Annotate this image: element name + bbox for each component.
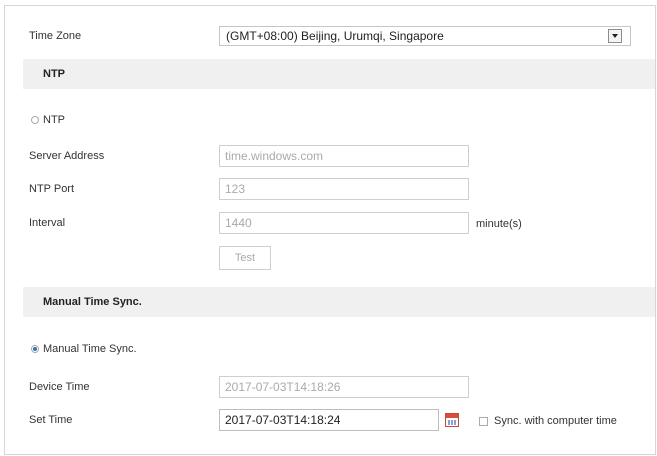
interval-label: Interval: [29, 217, 66, 229]
ntp-section-header: NTP: [23, 59, 655, 89]
set-time-label: Set Time: [29, 414, 73, 426]
manual-sync-section-header: Manual Time Sync.: [23, 287, 655, 317]
manual-sync-radio[interactable]: [31, 345, 39, 353]
ntp-radio-label: NTP: [43, 114, 65, 126]
time-zone-label: Time Zone: [29, 30, 82, 42]
time-zone-value: (GMT+08:00) Beijing, Urumqi, Singapore: [226, 29, 444, 43]
time-zone-select[interactable]: (GMT+08:00) Beijing, Urumqi, Singapore: [219, 26, 631, 46]
set-time-input[interactable]: 2017-07-03T14:18:24: [219, 409, 439, 431]
device-time-label: Device Time: [29, 381, 90, 393]
server-address-input[interactable]: time.windows.com: [219, 145, 469, 167]
time-settings-panel: Time Zone (GMT+08:00) Beijing, Urumqi, S…: [4, 5, 656, 455]
ntp-radio[interactable]: [31, 116, 39, 124]
calendar-icon[interactable]: [445, 413, 459, 427]
server-address-label: Server Address: [29, 150, 105, 162]
chevron-down-icon[interactable]: [608, 29, 622, 43]
manual-sync-section-title: Manual Time Sync.: [43, 296, 142, 308]
test-button[interactable]: Test: [219, 246, 271, 270]
ntp-port-label: NTP Port: [29, 183, 75, 195]
sync-computer-time-checkbox[interactable]: [479, 417, 488, 426]
interval-input[interactable]: 1440: [219, 212, 469, 234]
ntp-section-title: NTP: [43, 68, 65, 80]
ntp-port-input[interactable]: 123: [219, 178, 469, 200]
device-time-input: 2017-07-03T14:18:26: [219, 376, 469, 398]
sync-computer-time-label: Sync. with computer time: [494, 415, 617, 427]
manual-sync-radio-label: Manual Time Sync.: [43, 343, 137, 355]
interval-unit: minute(s): [476, 218, 522, 230]
